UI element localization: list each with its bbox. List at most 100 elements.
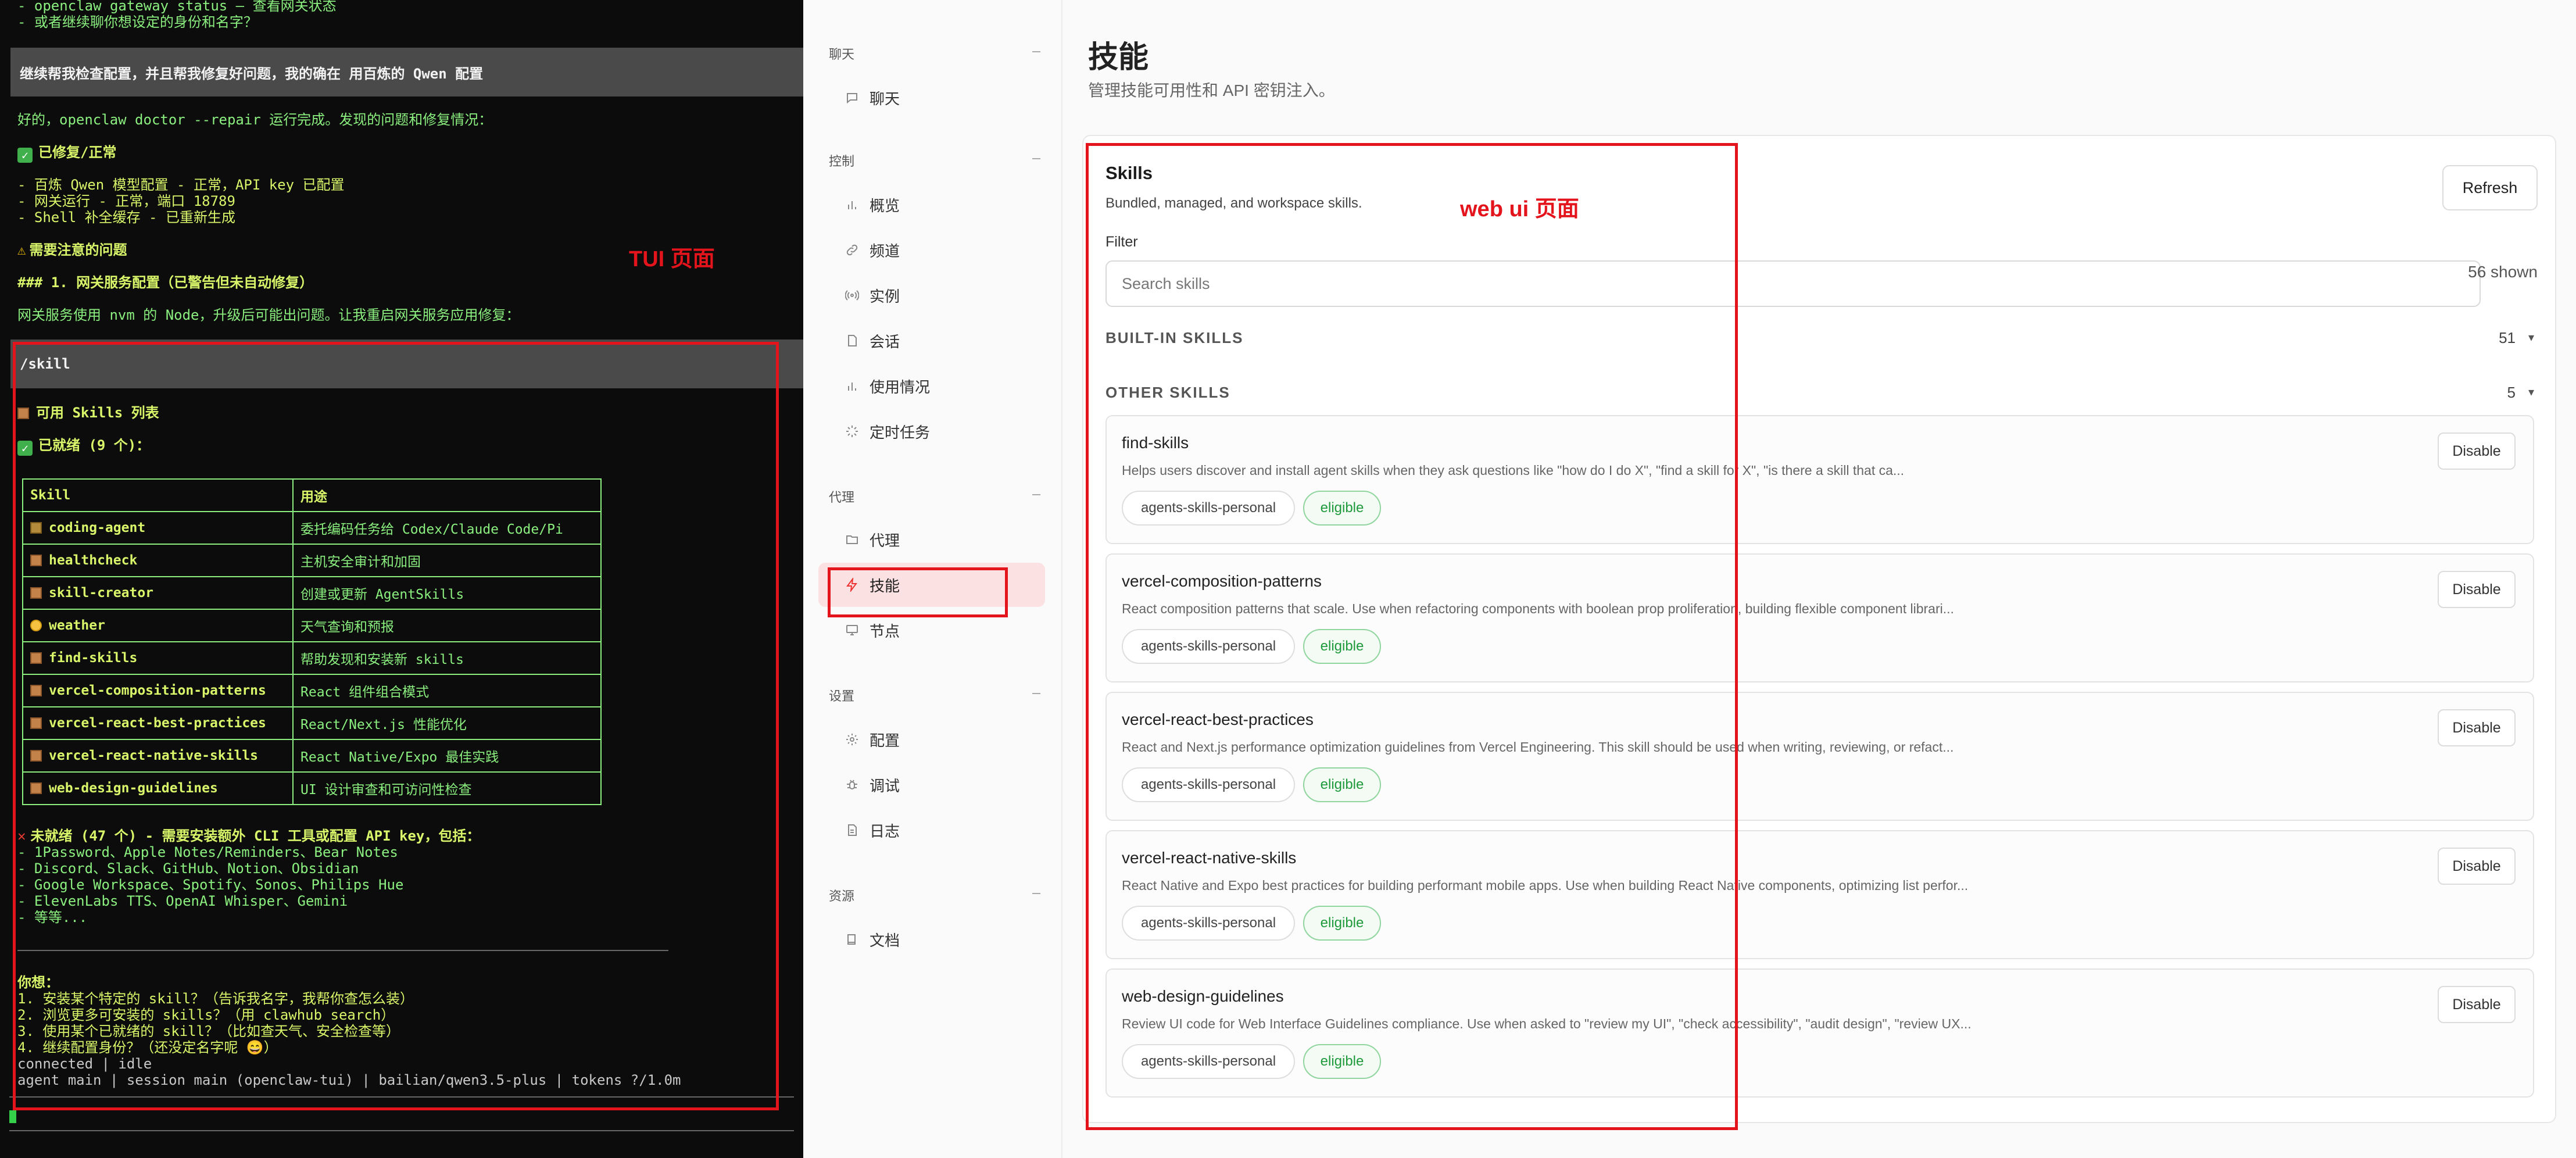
section-heading: ### 1. 网关服务配置（已警告但未自动修复） — [17, 274, 314, 291]
skill-name: vercel-react-native-skills — [49, 748, 259, 763]
sidebar-item[interactable]: 定时任务 — [818, 409, 1045, 453]
other-skills-header[interactable]: OTHER SKILLS 5 ▾ — [1105, 384, 2547, 407]
skill-name: web-design-guidelines — [1122, 987, 1284, 1005]
not-ready-heading: ✕ 未就绪 (47 个) - 需要安装额外 CLI 工具或配置 API key，包… — [17, 828, 481, 844]
fixed-heading: ✓ 已修复/正常 — [17, 144, 116, 163]
want-heading: 你想： — [17, 974, 59, 991]
main-content: 技能 管理技能可用性和 API 密钥注入。 Skills Bundled, ma… — [1062, 0, 2576, 1158]
table-cell-skill: find-skills — [22, 641, 294, 675]
builtin-skills-header[interactable]: BUILT-IN SKILLS 51 ▾ — [1105, 329, 2547, 352]
package-icon — [30, 782, 42, 794]
collapse-icon[interactable] — [1032, 893, 1040, 894]
sun-icon — [30, 620, 42, 631]
monitor-icon — [844, 622, 860, 638]
terminal-line: - 1Password、Apple Notes/Reminders、Bear N… — [17, 844, 398, 860]
bar-chart-icon — [844, 378, 860, 394]
radio-icon — [844, 287, 860, 303]
annotation-label-webui: web ui 页面 — [1460, 197, 1579, 221]
sidebar-item[interactable]: 概览 — [818, 183, 1045, 227]
table-cell-desc: 委托编码任务给 Codex/Claude Code/Pi — [292, 511, 602, 545]
collapse-icon[interactable] — [1032, 158, 1040, 159]
terminal-line: - ElevenLabs TTS、OpenAI Whisper、Gemini — [17, 893, 348, 909]
table-cell-desc: 帮助发现和安装新 skills — [292, 641, 602, 675]
document-icon — [844, 333, 860, 349]
sidebar-item[interactable]: 文档 — [818, 917, 1045, 962]
page-title: 技能 — [1088, 41, 1149, 74]
chevron-down-icon: ▾ — [2528, 331, 2535, 344]
sidebar-item[interactable]: 使用情况 — [818, 364, 1045, 408]
skills-card: Skills Bundled, managed, and workspace s… — [1082, 135, 2556, 1123]
refresh-button[interactable]: Refresh — [2442, 165, 2538, 210]
status-badge: eligible — [1303, 767, 1381, 802]
status-session: agent main | session main (openclaw-tui)… — [17, 1072, 681, 1088]
sidebar-item[interactable]: 聊天 — [818, 76, 1045, 120]
sidebar-item[interactable]: 配置 — [818, 717, 1045, 762]
sidebar-group-label: 设置 — [829, 689, 855, 703]
terminal-line: - 等等... — [17, 909, 88, 925]
sidebar-item-label: 实例 — [870, 287, 900, 305]
bug-icon — [844, 777, 860, 793]
table-cell-desc: UI 设计审查和可访问性检查 — [292, 771, 602, 805]
table-cell-desc: React 组件组合模式 — [292, 674, 602, 707]
sidebar-group-label: 代理 — [829, 490, 855, 505]
sidebar-item[interactable]: 实例 — [818, 273, 1045, 317]
skill-name: weather — [49, 618, 105, 633]
search-input[interactable] — [1105, 260, 2481, 307]
check-icon: ✓ — [17, 148, 33, 163]
collapse-icon[interactable] — [1032, 494, 1040, 495]
table-row: weather 天气查询和预报 — [22, 609, 602, 642]
sidebar-item[interactable]: 节点 — [818, 608, 1045, 652]
user-message: 继续帮我检查配置，并且帮我修复好问题，我的确在 用百炼的 Qwen 配置 — [10, 48, 803, 96]
status-badge: eligible — [1303, 906, 1381, 941]
terminal-cursor[interactable] — [9, 1110, 16, 1123]
sidebar-item-label: 配置 — [870, 731, 900, 749]
shown-count: 56 shown — [2468, 263, 2538, 281]
source-badge: agents-skills-personal — [1122, 1044, 1295, 1079]
sidebar-item-label: 技能 — [870, 577, 900, 595]
source-badge: agents-skills-personal — [1122, 906, 1295, 941]
terminal-line: 网关服务使用 nvm 的 Node，升级后可能出问题。让我重启网关服务应用修复： — [17, 307, 520, 323]
package-icon — [17, 408, 29, 419]
tui-terminal[interactable]: - openclaw gateway status — 查看网关状态 - 或者继… — [0, 0, 803, 1158]
sidebar-item[interactable]: 代理 — [818, 517, 1045, 562]
package-icon — [30, 750, 42, 762]
skills-table: Skill 用途 coding-agent 委托编码任务给 Codex/Claud… — [22, 478, 602, 805]
source-badge: agents-skills-personal — [1122, 629, 1295, 664]
ready-heading: ✓ 已就绪 (9 个)： — [17, 437, 150, 456]
sidebar-item[interactable]: 会话 — [818, 319, 1045, 363]
disable-button[interactable]: Disable — [2438, 709, 2516, 746]
disable-button[interactable]: Disable — [2438, 848, 2516, 885]
zap-icon — [844, 577, 860, 593]
table-cell-skill: weather — [22, 609, 294, 642]
skill-name: find-skills — [1122, 434, 1189, 452]
sidebar-item-label: 使用情况 — [870, 378, 931, 396]
collapse-icon[interactable] — [1032, 51, 1040, 52]
skill-card: web-design-guidelines Review UI code for … — [1105, 968, 2534, 1098]
warning-icon: ⚠ — [17, 242, 26, 258]
divider — [17, 950, 668, 951]
skill-description: Helps users discover and install agent s… — [1122, 463, 1905, 478]
terminal-line: 1. 安装某个特定的 skill？（告诉我名字，我帮你查怎么装） — [17, 991, 414, 1007]
table-cell-skill: vercel-react-best-practices — [22, 706, 294, 740]
terminal-line: 好的，openclaw doctor --repair 运行完成。发现的问题和修… — [17, 112, 493, 128]
user-message: /skill — [10, 339, 803, 388]
disable-button[interactable]: Disable — [2438, 433, 2516, 470]
skill-name: web-design-guidelines — [49, 781, 218, 796]
terminal-line: 3. 使用某个已就绪的 skill？（比如查天气、安全检查等） — [17, 1023, 400, 1039]
loader-icon — [844, 423, 860, 439]
sidebar-item-label: 会话 — [870, 333, 900, 351]
sidebar-item-label: 文档 — [870, 931, 900, 949]
sidebar-item[interactable]: 调试 — [818, 763, 1045, 807]
skill-name: vercel-react-best-practices — [1122, 710, 1314, 728]
terminal-line: - Discord、Slack、GitHub、Notion、Obsidian — [17, 860, 359, 877]
disable-button[interactable]: Disable — [2438, 986, 2516, 1023]
terminal-line: 4. 继续配置身份？（还没定名字呢 😄） — [17, 1039, 278, 1056]
sidebar-item[interactable]: 技能 — [818, 563, 1045, 607]
sidebar-item-label: 日志 — [870, 822, 900, 840]
skill-description: React and Next.js performance optimizati… — [1122, 739, 1954, 755]
table-header: Skill — [22, 478, 294, 512]
collapse-icon[interactable] — [1032, 693, 1040, 694]
disable-button[interactable]: Disable — [2438, 571, 2516, 608]
sidebar-item[interactable]: 频道 — [818, 228, 1045, 272]
sidebar-item[interactable]: 日志 — [818, 808, 1045, 852]
